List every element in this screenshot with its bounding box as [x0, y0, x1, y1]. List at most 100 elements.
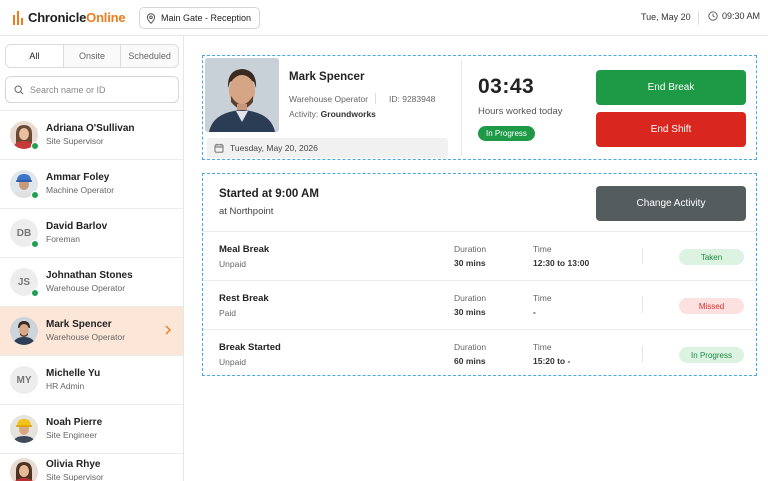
- calendar-icon: [214, 143, 224, 153]
- location-selector-button[interactable]: Main Gate - Reception: [139, 7, 261, 29]
- employee-name: Ammar Foley: [46, 172, 110, 183]
- avatar: [10, 121, 39, 150]
- online-status-indicator: [31, 289, 39, 297]
- list-item[interactable]: DB David Barlov Foreman: [0, 208, 183, 257]
- break-title: Meal Break: [219, 244, 270, 255]
- change-activity-button[interactable]: Change Activity: [596, 186, 746, 221]
- status-badge: Taken: [679, 249, 744, 265]
- header-date: Tue, May 20: [641, 12, 691, 22]
- divider: [375, 93, 376, 104]
- search-input[interactable]: [30, 84, 170, 95]
- employee-name: David Barlov: [46, 221, 108, 232]
- list-item[interactable]: Olivia Rhye Site Supervisor: [0, 453, 183, 481]
- employee-name: Noah Pierre: [46, 417, 103, 428]
- duration-value: 30 mins: [454, 307, 486, 317]
- divider: [642, 248, 643, 264]
- person-photo-icon: [10, 317, 38, 345]
- tab-onsite[interactable]: Onsite: [64, 45, 122, 67]
- brand-prefix: Chronicle: [28, 10, 87, 25]
- activity-value: Groundworks: [320, 109, 376, 119]
- duration-label: Duration: [454, 244, 487, 254]
- divider: [461, 60, 462, 156]
- clock-icon: [708, 11, 718, 21]
- tab-all[interactable]: All: [6, 45, 64, 67]
- time-label: Time: [533, 244, 552, 254]
- duration-value: 30 mins: [454, 258, 486, 268]
- list-item[interactable]: JS Johnathan Stones Warehouse Operator: [0, 257, 183, 306]
- header-divider: [698, 11, 699, 25]
- employee-role-text: Warehouse Operator: [289, 94, 369, 104]
- end-shift-button[interactable]: End Shift: [596, 112, 746, 147]
- break-title: Break Started: [219, 342, 281, 353]
- location-pin-icon: [146, 12, 156, 24]
- header-time: 09:30 AM: [708, 11, 760, 21]
- avatar: [10, 317, 38, 345]
- employee-role: Warehouse Operator: [46, 332, 126, 342]
- employee-role: HR Admin: [46, 381, 85, 391]
- status-badge: In Progress: [679, 347, 744, 363]
- employee-name-heading: Mark Spencer: [289, 71, 365, 83]
- employee-name: Adriana O'Sullivan: [46, 123, 135, 134]
- avatar: [10, 458, 38, 481]
- chevron-right-icon: [165, 325, 171, 335]
- activity-label: Activity:: [289, 109, 319, 119]
- employee-activity: Activity: Groundworks: [289, 109, 376, 119]
- divider: [642, 297, 643, 313]
- status-badge: Missed: [679, 298, 744, 314]
- employee-sidebar: All Onsite Scheduled Search name or ID A…: [0, 36, 184, 481]
- status-badge: In Progress: [478, 126, 535, 141]
- avatar: [10, 170, 39, 199]
- brand-logo[interactable]: ChronicleOnline: [13, 10, 126, 25]
- time-value: 15:20 to -: [533, 356, 571, 366]
- shift-date-bar: Tuesday, May 20, 2026: [207, 138, 448, 158]
- table-row: Rest Break Paid Duration 30 mins Time - …: [203, 280, 756, 329]
- table-row: Meal Break Unpaid Duration 30 mins Time …: [203, 231, 756, 280]
- online-status-indicator: [31, 142, 39, 150]
- person-photo-icon: [10, 458, 38, 481]
- time-label: Time: [533, 342, 552, 352]
- time-value: -: [533, 307, 536, 317]
- employee-role: Foreman: [46, 234, 81, 244]
- employee-role: Site Supervisor: [46, 136, 104, 146]
- employee-name: Olivia Rhye: [46, 459, 101, 470]
- time-label: Time: [533, 293, 552, 303]
- filter-tabs: All Onsite Scheduled: [5, 44, 179, 68]
- employee-name: Johnathan Stones: [46, 270, 133, 281]
- divider: [642, 346, 643, 362]
- list-item[interactable]: MY Michelle Yu HR Admin: [0, 355, 183, 404]
- list-item[interactable]: Ammar Foley Machine Operator: [0, 159, 183, 208]
- list-item[interactable]: Adriana O'Sullivan Site Supervisor: [0, 110, 183, 159]
- break-paid-status: Unpaid: [219, 357, 246, 367]
- employee-role: Warehouse Operator: [46, 283, 126, 293]
- breaks-table: Meal Break Unpaid Duration 30 mins Time …: [203, 231, 756, 378]
- app-header: ChronicleOnline Main Gate - Reception Tu…: [0, 0, 768, 36]
- employee-role: Machine Operator: [46, 185, 115, 195]
- person-photo-icon: [10, 415, 38, 443]
- employee-status-card: Mark Spencer Warehouse Operator ID: 9283…: [202, 55, 757, 160]
- duration-value: 60 mins: [454, 356, 486, 366]
- shift-start-text: Started at 9:00 AM: [219, 188, 319, 200]
- shift-date: Tuesday, May 20, 2026: [230, 143, 318, 153]
- tab-scheduled[interactable]: Scheduled: [121, 45, 178, 67]
- person-photo-icon: [205, 58, 279, 132]
- avatar-initials: MY: [10, 366, 38, 394]
- hours-label: Hours worked today: [478, 106, 563, 117]
- employee-id-text: ID: 9283948: [389, 94, 436, 104]
- break-title: Rest Break: [219, 293, 269, 304]
- table-row: Break Started Unpaid Duration 60 mins Ti…: [203, 329, 756, 378]
- logo-bars-icon: [13, 10, 23, 25]
- duration-label: Duration: [454, 342, 487, 352]
- shift-breaks-card: Started at 9:00 AM at Northpoint Change …: [202, 173, 757, 376]
- employee-list: Adriana O'Sullivan Site Supervisor Ammar…: [0, 110, 183, 481]
- search-icon: [14, 84, 24, 95]
- time-value: 12:30 to 13:00: [533, 258, 590, 268]
- list-item[interactable]: Noah Pierre Site Engineer: [0, 404, 183, 453]
- avatar: [10, 415, 38, 443]
- avatar: JS: [10, 268, 39, 297]
- header-time-label: 09:30 AM: [722, 11, 761, 21]
- employee-role: Site Engineer: [46, 430, 98, 440]
- brand-suffix: Online: [86, 10, 126, 25]
- list-item-selected[interactable]: Mark Spencer Warehouse Operator: [0, 306, 183, 355]
- online-status-indicator: [31, 191, 39, 199]
- end-break-button[interactable]: End Break: [596, 70, 746, 105]
